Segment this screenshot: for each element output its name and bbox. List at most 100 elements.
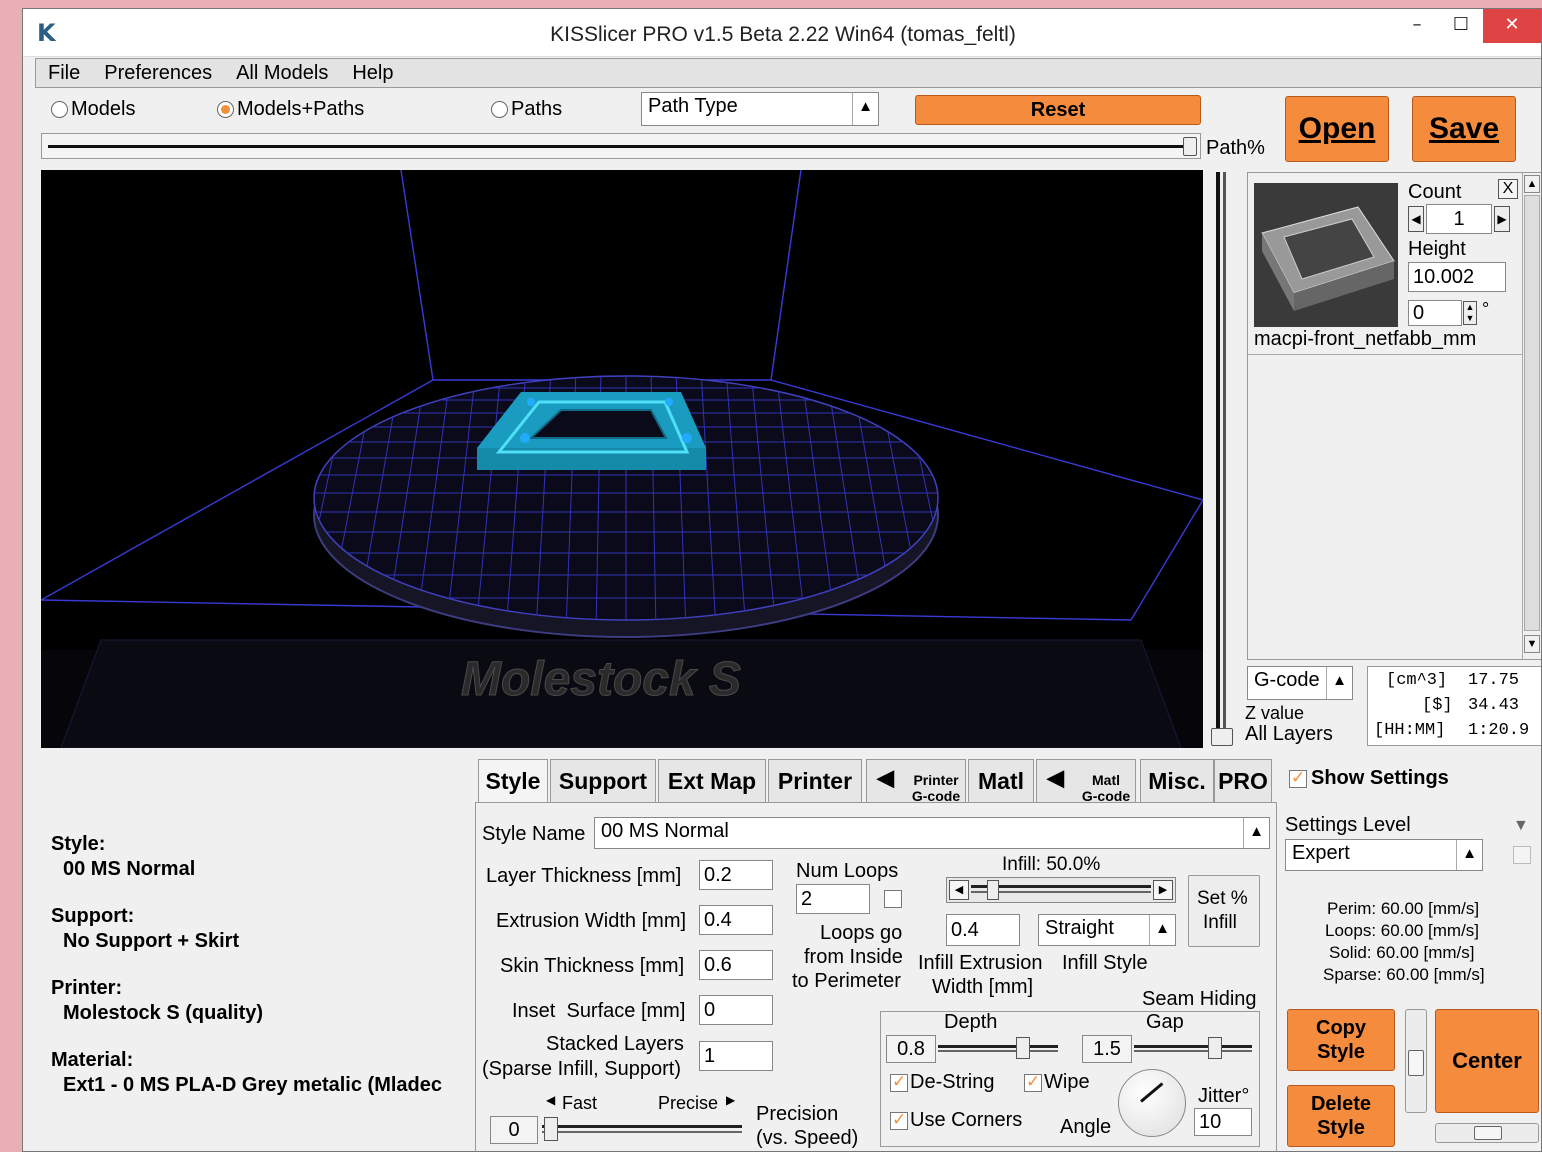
- collapse-arrow-icon[interactable]: ▼: [1513, 817, 1529, 835]
- tab-printer[interactable]: Printer: [768, 759, 862, 803]
- slider-thumb[interactable]: [1474, 1126, 1502, 1140]
- tab-misc[interactable]: Misc.: [1140, 759, 1214, 803]
- tab-matl-gcode[interactable]: ◀ Matl G-code: [1036, 759, 1136, 804]
- infill-slider[interactable]: ◀ ▶: [946, 877, 1176, 903]
- layer-thickness-input[interactable]: 0.2: [699, 860, 773, 890]
- delete-style-button[interactable]: Delete Style: [1287, 1085, 1395, 1147]
- slider-thumb[interactable]: [1211, 728, 1233, 746]
- print-stats: [cm^3] 17.75 [$] 34.43 [HH:MM] 1:20.9: [1367, 666, 1541, 746]
- wipe-checkbox[interactable]: Wipe: [1024, 1071, 1090, 1094]
- radio-models[interactable]: Models: [51, 98, 135, 121]
- menu-help[interactable]: Help: [340, 62, 405, 85]
- checkbox-label: Show Settings: [1311, 767, 1449, 789]
- menu-preferences[interactable]: Preferences: [92, 62, 224, 85]
- copy-style-button[interactable]: Copy Style: [1287, 1009, 1395, 1071]
- precision-label: Precision: [756, 1103, 839, 1125]
- infill-extrusion-label: Width [mm]: [932, 976, 1034, 998]
- tab-support[interactable]: Support: [550, 759, 656, 803]
- tab-pro[interactable]: PRO: [1214, 759, 1272, 803]
- gap-slider[interactable]: [1134, 1045, 1252, 1052]
- tab-matl[interactable]: Matl: [968, 759, 1034, 803]
- settings-level-select[interactable]: Expert ▲: [1285, 839, 1483, 871]
- style-slider[interactable]: [1405, 1009, 1427, 1113]
- scroll-thumb[interactable]: [1524, 195, 1540, 631]
- horizontal-slider[interactable]: [1435, 1123, 1539, 1143]
- num-loops-checkbox[interactable]: [884, 890, 902, 908]
- panel-scrollbar[interactable]: ▲ ▼: [1522, 173, 1541, 659]
- menu-file[interactable]: File: [36, 62, 92, 85]
- summary-material: Ext1 - 0 MS PLA-D Grey metalic (Mladec: [63, 1074, 443, 1096]
- gap-value[interactable]: 1.5: [1082, 1035, 1132, 1063]
- tab-style[interactable]: Style: [478, 759, 548, 805]
- model-thumbnail[interactable]: [1254, 183, 1398, 327]
- speed-sparse: Sparse: 60.00 [mm/s]: [1323, 965, 1485, 984]
- menu-all-models[interactable]: All Models: [224, 62, 340, 85]
- inset-surface-input[interactable]: 0: [699, 995, 773, 1025]
- destring-checkbox[interactable]: De-String: [890, 1071, 994, 1094]
- settings-checkbox[interactable]: [1513, 846, 1531, 864]
- close-button[interactable]: ✕: [1483, 9, 1541, 43]
- loops-go-label: to Perimeter: [792, 970, 901, 992]
- path-type-value: Path Type: [648, 95, 738, 117]
- infill-decrement-icon[interactable]: ◀: [949, 880, 969, 900]
- layer-thickness-label: Layer Thickness [mm]: [486, 865, 682, 887]
- infill-extrusion-label: Infill Extrusion: [918, 952, 1043, 974]
- center-button[interactable]: Center: [1435, 1009, 1539, 1113]
- depth-value[interactable]: 0.8: [886, 1035, 936, 1063]
- radio-models-paths[interactable]: Models+Paths: [217, 98, 364, 121]
- open-button[interactable]: Open: [1285, 96, 1389, 162]
- height-input[interactable]: 10.002: [1408, 262, 1506, 292]
- scroll-up-icon[interactable]: ▲: [1524, 175, 1540, 193]
- settings-level-value: Expert: [1292, 842, 1350, 864]
- style-name-select[interactable]: 00 MS Normal ▲: [594, 817, 1270, 849]
- path-type-select[interactable]: Path Type ▲: [641, 92, 879, 126]
- precision-value[interactable]: 0: [490, 1116, 538, 1144]
- path-percent-slider[interactable]: [41, 133, 1201, 159]
- tab-printer-gcode[interactable]: ◀ Printer G-code: [866, 759, 966, 804]
- tab-ext-map[interactable]: Ext Map: [658, 759, 766, 803]
- stacked-layers-input[interactable]: 1: [699, 1041, 773, 1071]
- tab-label: Printer: [913, 772, 959, 788]
- settings-level-label: Settings Level: [1285, 814, 1411, 836]
- use-corners-checkbox[interactable]: Use Corners: [890, 1109, 1022, 1132]
- gap-slider-thumb[interactable]: [1208, 1037, 1222, 1059]
- extrusion-width-input[interactable]: 0.4: [699, 905, 773, 935]
- show-settings-checkbox[interactable]: Show Settings: [1289, 767, 1449, 790]
- scroll-down-icon[interactable]: ▼: [1524, 635, 1540, 653]
- cost-label: [$]: [1422, 696, 1453, 715]
- count-decrement-button[interactable]: ◀: [1408, 206, 1424, 232]
- infill-increment-icon[interactable]: ▶: [1153, 880, 1173, 900]
- rotation-spinner[interactable]: ▲ ▼: [1463, 301, 1477, 325]
- extrusion-width-label: Extrusion Width [mm]: [496, 910, 687, 932]
- infill-style-select[interactable]: Straight ▲: [1038, 914, 1176, 946]
- precision-slider-thumb[interactable]: [544, 1117, 558, 1141]
- layer-slider[interactable]: [1211, 172, 1233, 748]
- num-loops-input[interactable]: 2: [796, 884, 870, 914]
- slider-thumb[interactable]: [987, 880, 999, 900]
- skin-thickness-input[interactable]: 0.6: [699, 950, 773, 980]
- jitter-input[interactable]: 10: [1194, 1108, 1252, 1136]
- depth-slider[interactable]: [938, 1045, 1058, 1052]
- count-increment-button[interactable]: ▶: [1494, 206, 1510, 232]
- count-label: Count: [1408, 181, 1462, 203]
- slider-thumb[interactable]: [1183, 137, 1197, 156]
- divider: [1248, 354, 1522, 355]
- angle-dial[interactable]: [1118, 1069, 1186, 1137]
- rotation-input[interactable]: 0: [1408, 300, 1462, 326]
- remove-model-button[interactable]: X: [1498, 179, 1518, 199]
- button-label: Copy: [1316, 1017, 1366, 1039]
- gcode-select[interactable]: G-code ▲: [1247, 666, 1353, 700]
- slider-thumb[interactable]: [1408, 1050, 1424, 1076]
- set-infill-button[interactable]: Set % Infill: [1188, 875, 1260, 947]
- reset-button[interactable]: Reset: [915, 95, 1201, 125]
- 3d-viewport[interactable]: Molestock S: [41, 170, 1203, 748]
- infill-extrusion-width-input[interactable]: 0.4: [946, 914, 1020, 946]
- minimize-button[interactable]: –: [1397, 9, 1437, 43]
- maximize-button[interactable]: ☐: [1441, 9, 1481, 43]
- checkbox-label: Use Corners: [910, 1109, 1023, 1131]
- precision-slider[interactable]: [542, 1125, 742, 1133]
- depth-slider-thumb[interactable]: [1016, 1037, 1030, 1059]
- save-button[interactable]: Save: [1412, 96, 1516, 162]
- radio-paths[interactable]: Paths: [491, 98, 562, 121]
- count-input[interactable]: 1: [1426, 204, 1492, 234]
